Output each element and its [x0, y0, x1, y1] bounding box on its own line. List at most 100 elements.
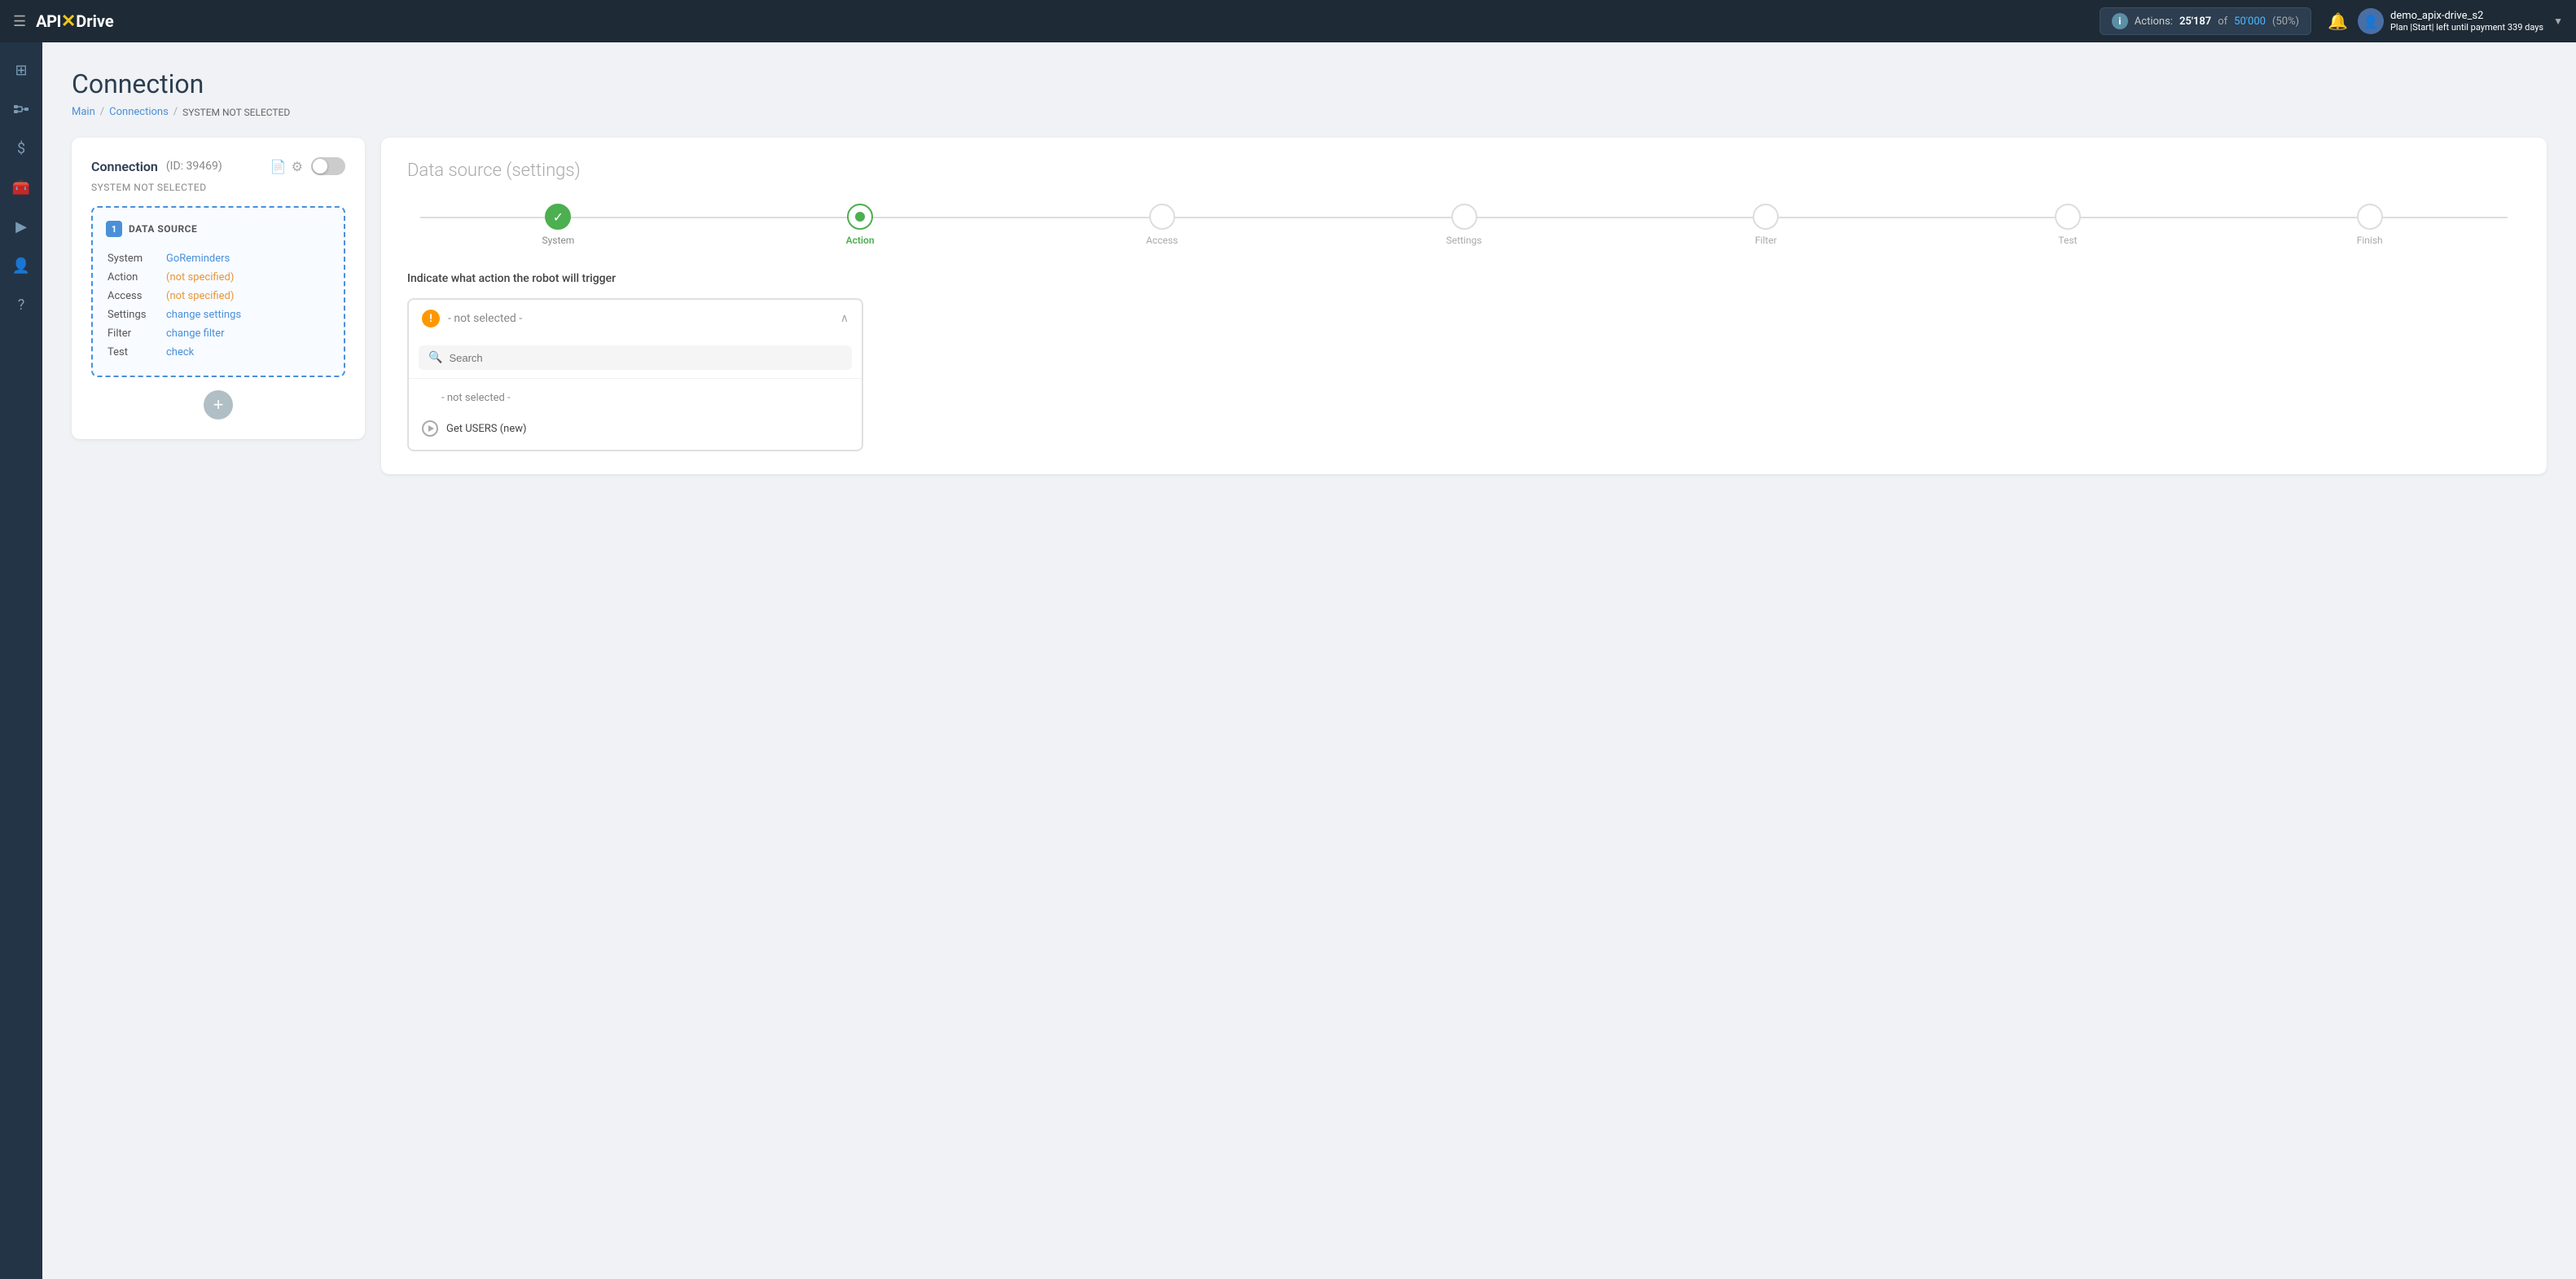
sidebar: ⊞ $ 🧰 ▶ 👤 ? — [0, 42, 42, 1279]
logo-x: ✕ — [61, 11, 76, 32]
step-finish: Finish — [2218, 204, 2521, 246]
ds-label: DATA SOURCE — [129, 223, 197, 235]
data-source-box: 1 DATA SOURCE System GoReminders Action … — [91, 206, 345, 377]
actions-total: 50'000 — [2234, 15, 2266, 28]
row-label: Access — [108, 288, 165, 305]
stepper: ✓ System Action Access Settings — [407, 204, 2521, 246]
step-label-system: System — [542, 235, 574, 246]
card-icons: 📄 ⚙ — [270, 159, 303, 174]
breadcrumb-sep1: / — [100, 106, 104, 118]
page-title: Connection — [72, 68, 2547, 99]
sidebar-item-dashboard[interactable]: ⊞ — [3, 52, 39, 88]
row-label: Test — [108, 344, 165, 361]
search-inner: 🔍 — [419, 345, 852, 370]
test-value[interactable]: check — [166, 346, 194, 358]
breadcrumb-connections[interactable]: Connections — [109, 106, 169, 118]
username: demo_apix-drive_s2 — [2390, 10, 2543, 22]
chevron-down-icon: ▼ — [2553, 15, 2563, 27]
filter-value[interactable]: change filter — [166, 327, 225, 340]
dropdown-left: ! - not selected - — [422, 310, 522, 327]
left-card: Connection (ID: 39469) 📄 ⚙ SYSTEM NOT SE… — [72, 138, 365, 439]
table-row: System GoReminders — [108, 250, 329, 267]
cards-row: Connection (ID: 39469) 📄 ⚙ SYSTEM NOT SE… — [72, 138, 2547, 474]
actions-of: of — [2218, 15, 2227, 28]
step-settings: Settings — [1313, 204, 1615, 246]
step-label-settings: Settings — [1446, 235, 1482, 246]
user-section[interactable]: 👤 demo_apix-drive_s2 Plan |Start| left u… — [2358, 8, 2563, 34]
step-circle-test — [2055, 204, 2081, 230]
actions-label: Actions: — [2135, 15, 2173, 28]
action-instruction: Indicate what action the robot will trig… — [407, 272, 2521, 285]
action-value[interactable]: (not specified) — [166, 271, 234, 283]
bell-icon[interactable]: 🔔 — [2328, 11, 2348, 31]
logo-drive: Drive — [76, 11, 113, 31]
sidebar-item-account[interactable]: 👤 — [3, 248, 39, 283]
option-get-users[interactable]: Get USERS (new) — [409, 412, 862, 445]
step-label-finish: Finish — [2357, 235, 2383, 246]
content: Connection Main / Connections / SYSTEM N… — [42, 42, 2576, 1279]
right-card: Data source (settings) ✓ System Action A… — [381, 138, 2547, 474]
step-circle-access — [1149, 204, 1175, 230]
search-input[interactable] — [449, 352, 842, 364]
table-row: Action (not specified) — [108, 269, 329, 286]
dropdown-panel: 🔍 - not selected - Get USERS (new) — [407, 337, 863, 451]
sidebar-item-help[interactable]: ? — [3, 287, 39, 323]
topnav: ☰ API✕Drive i Actions: 25'187 of 50'000 … — [0, 0, 2576, 42]
table-row: Test check — [108, 344, 329, 361]
system-value[interactable]: GoReminders — [166, 253, 230, 265]
step-circle-filter — [1753, 204, 1779, 230]
card-id: (ID: 39469) — [166, 160, 222, 173]
row-label: Settings — [108, 306, 165, 323]
sidebar-item-billing[interactable]: $ — [3, 130, 39, 166]
user-plan: Plan |Start| left until payment 339 days — [2390, 22, 2543, 33]
right-card-title: Data source (settings) — [407, 160, 2521, 181]
access-value[interactable]: (not specified) — [166, 290, 234, 302]
step-label-test: Test — [2058, 235, 2077, 246]
actions-count: 25'187 — [2179, 15, 2211, 28]
step-label-access: Access — [1146, 235, 1178, 246]
ds-number: 1 — [106, 221, 122, 237]
dropdown-options: - not selected - Get USERS (new) — [409, 379, 862, 450]
sidebar-item-connections[interactable] — [3, 91, 39, 127]
option-not-selected-label: - not selected - — [441, 392, 511, 404]
step-label-action: Action — [846, 235, 875, 246]
add-button[interactable]: + — [204, 390, 233, 420]
system-not-selected: SYSTEM NOT SELECTED — [91, 182, 345, 193]
dropdown-trigger[interactable]: ! - not selected - ∧ — [407, 298, 863, 337]
copy-icon[interactable]: 📄 — [270, 159, 287, 174]
data-source-header: 1 DATA SOURCE — [106, 221, 331, 237]
option-not-selected[interactable]: - not selected - — [409, 384, 862, 412]
breadcrumb-current: SYSTEM NOT SELECTED — [182, 107, 290, 118]
dropdown-value: - not selected - — [448, 312, 522, 325]
table-row: Settings change settings — [108, 306, 329, 323]
step-circle-action — [847, 204, 873, 230]
search-icon: 🔍 — [428, 351, 442, 364]
settings-icon[interactable]: ⚙ — [292, 159, 303, 174]
row-label: System — [108, 250, 165, 267]
step-system: ✓ System — [407, 204, 709, 246]
breadcrumb-main[interactable]: Main — [72, 106, 95, 118]
logo-api: API — [36, 11, 61, 31]
breadcrumb: Main / Connections / SYSTEM NOT SELECTED — [72, 106, 2547, 118]
row-label: Filter — [108, 325, 165, 342]
menu-icon[interactable]: ☰ — [13, 13, 26, 30]
logo: API✕Drive — [36, 11, 114, 32]
settings-value[interactable]: change settings — [166, 309, 241, 321]
sidebar-item-play[interactable]: ▶ — [3, 209, 39, 244]
step-filter: Filter — [1615, 204, 1917, 246]
avatar: 👤 — [2358, 8, 2384, 34]
add-btn-wrap: + — [91, 390, 345, 420]
step-circle-system: ✓ — [545, 204, 571, 230]
actions-badge[interactable]: i Actions: 25'187 of 50'000 (50%) — [2100, 7, 2311, 35]
step-circle-finish — [2357, 204, 2383, 230]
chevron-up-icon: ∧ — [840, 312, 849, 325]
option-get-users-label: Get USERS (new) — [446, 423, 527, 435]
warn-icon: ! — [422, 310, 440, 327]
ds-table: System GoReminders Action (not specified… — [106, 248, 331, 363]
toggle-switch[interactable] — [311, 157, 345, 175]
table-row: Access (not specified) — [108, 288, 329, 305]
step-test: Test — [1917, 204, 2219, 246]
sidebar-item-tools[interactable]: 🧰 — [3, 169, 39, 205]
main-layout: ⊞ $ 🧰 ▶ 👤 ? Connection Main / Connection… — [0, 42, 2576, 1279]
step-circle-settings — [1451, 204, 1477, 230]
